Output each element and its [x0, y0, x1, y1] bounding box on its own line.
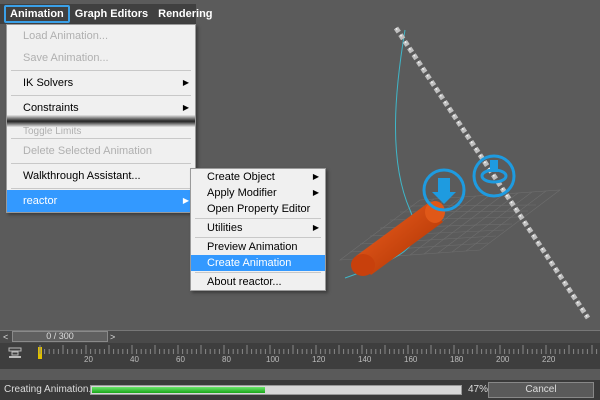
menu-item-label: IK Solvers — [23, 77, 74, 89]
menu-animation[interactable]: Animation — [4, 5, 70, 23]
progress-bar — [90, 385, 462, 395]
menu-item-label: Utilities — [207, 222, 243, 234]
menu-item-delete-selected-animation[interactable]: Delete Selected Animation — [7, 140, 195, 162]
menu-separator — [195, 237, 321, 238]
menu-separator — [11, 138, 191, 139]
cylinder-object — [351, 201, 445, 276]
progress-bar-fill — [92, 387, 265, 393]
tick-label: 80 — [222, 355, 231, 364]
time-slider[interactable]: < 0 / 300 > — [0, 330, 600, 343]
submenu-arrow-icon: ▶ — [312, 188, 319, 197]
cancel-button[interactable]: Cancel — [488, 382, 594, 398]
menu-graph-editors[interactable]: Graph Editors — [70, 5, 153, 23]
submenu-arrow-icon: ▶ — [182, 196, 189, 205]
tick-label: 220 — [542, 355, 556, 364]
menu-item-label: Create Object — [207, 171, 275, 183]
tick-label: 200 — [496, 355, 510, 364]
menu-item-about-reactor[interactable]: About reactor... — [191, 274, 325, 290]
reactor-submenu: Create Object ▶ Apply Modifier ▶ Open Pr… — [190, 168, 326, 291]
submenu-arrow-icon: ▶ — [312, 223, 319, 232]
status-bar: Creating Animation... 47% Cancel — [0, 380, 600, 400]
time-slider-prev-button[interactable]: < — [3, 331, 8, 343]
menu-separator — [11, 163, 191, 164]
menu-tear-artifact — [7, 115, 195, 127]
tick-label: 60 — [176, 355, 185, 364]
menu-separator — [11, 188, 191, 189]
submenu-arrow-icon: ▶ — [182, 103, 189, 112]
tick-label: 100 — [266, 355, 280, 364]
menu-separator — [11, 70, 191, 71]
animation-dropdown: Load Animation... Save Animation... IK S… — [6, 24, 196, 213]
time-slider-thumb[interactable]: 0 / 300 — [12, 331, 108, 342]
menu-item-create-object[interactable]: Create Object ▶ — [191, 169, 325, 185]
menu-item-walkthrough-assistant[interactable]: Walkthrough Assistant... — [7, 165, 195, 187]
submenu-arrow-icon: ▶ — [182, 78, 189, 87]
track-bar[interactable]: 20 40 60 80 100 120 140 160 180 200 220 — [0, 343, 600, 369]
menu-item-preview-animation[interactable]: Preview Animation — [191, 239, 325, 255]
menu-bar: Animation Graph Editors Rendering — [0, 4, 213, 24]
progress-percent: 47% — [468, 384, 489, 395]
tick-label: 40 — [130, 355, 139, 364]
menu-item-save-animation[interactable]: Save Animation... — [7, 47, 195, 69]
time-slider-next-button[interactable]: > — [110, 331, 115, 343]
menu-item-reactor[interactable]: reactor ▶ — [7, 190, 195, 212]
menu-item-apply-modifier[interactable]: Apply Modifier ▶ — [191, 185, 325, 201]
track-bar-filter-icon[interactable] — [8, 347, 22, 359]
menu-separator — [11, 95, 191, 96]
status-text: Creating Animation... — [4, 384, 97, 395]
menu-separator — [195, 272, 321, 273]
chain-object — [393, 26, 591, 320]
tick-label: 160 — [404, 355, 418, 364]
menu-rendering[interactable]: Rendering — [153, 5, 217, 23]
menu-item-ik-solvers[interactable]: IK Solvers ▶ — [7, 72, 195, 94]
menu-item-load-animation[interactable]: Load Animation... — [7, 25, 195, 47]
menu-item-create-animation[interactable]: Create Animation — [191, 255, 325, 271]
tick-label: 140 — [358, 355, 372, 364]
menu-item-constraints[interactable]: Constraints ▶ — [7, 97, 195, 115]
menu-item-label: reactor — [23, 195, 58, 207]
tick-label: 20 — [84, 355, 93, 364]
menu-item-open-property-editor[interactable]: Open Property Editor — [191, 201, 325, 217]
menu-item-utilities[interactable]: Utilities ▶ — [191, 220, 325, 236]
menu-separator — [195, 218, 321, 219]
menu-item-label: Constraints — [23, 102, 79, 114]
submenu-arrow-icon: ▶ — [312, 172, 319, 181]
menu-item-label: Apply Modifier — [207, 187, 277, 199]
tick-label: 120 — [312, 355, 326, 364]
constraint-gizmo-left — [422, 168, 466, 212]
track-ruler-ticks — [39, 345, 598, 354]
tick-label: 180 — [450, 355, 464, 364]
menu-item-toggle-limits[interactable]: Toggle Limits — [7, 127, 195, 137]
track-ruler: 20 40 60 80 100 120 140 160 180 200 220 — [32, 343, 600, 369]
